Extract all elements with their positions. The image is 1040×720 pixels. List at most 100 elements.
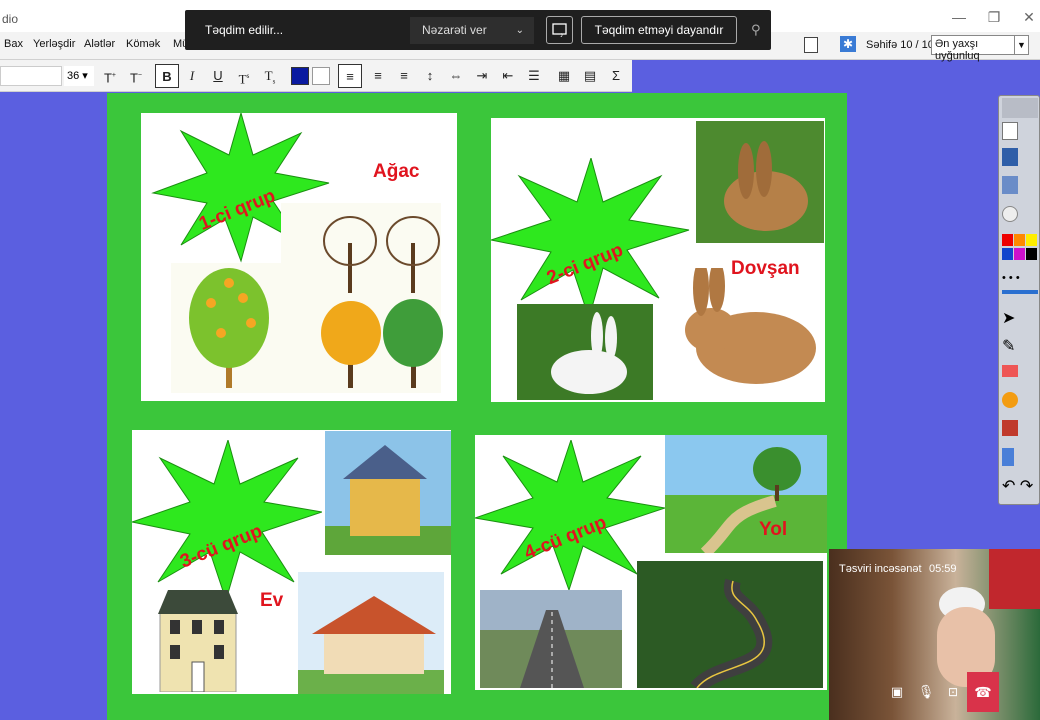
bold-button[interactable]: B [155,64,179,88]
menu-insert[interactable]: Yerləşdir [33,38,75,50]
minimize-button[interactable]: — [948,7,970,27]
maximize-button[interactable]: ❐ [983,7,1005,27]
presenting-status: Təqdim edilir... [205,23,284,37]
italic-button[interactable]: I [182,64,202,88]
color-swatch-blue[interactable] [291,67,309,85]
palette-tool-row-1[interactable] [1002,122,1038,142]
pencil-icon: ✎ [1002,338,1016,355]
color-blue[interactable] [1002,248,1013,260]
color-red[interactable] [1002,234,1013,246]
superscript-button[interactable]: Ts [234,64,254,88]
group-card-4: 4-cü qrup Yol [475,435,827,694]
house-yellow-icon [325,445,451,555]
camera-off-icon[interactable]: ▣ [886,681,908,703]
select-all-icon[interactable]: ▤ [580,64,600,88]
page-indicator: Səhifə 10 / 10 [866,39,934,51]
end-call-button[interactable]: ☎ [967,672,999,712]
no-fill-icon[interactable] [312,67,330,85]
bullets-button[interactable]: ☰ [524,64,544,88]
house-redroof-icon [298,596,444,694]
color-yellow[interactable] [1026,234,1037,246]
palette-tool-row-6[interactable]: ✎ [1002,336,1038,356]
dots-icon: • • • [1002,272,1020,284]
align-right-button[interactable]: ≡ [394,64,414,88]
menu-help[interactable]: Kömək [126,38,160,50]
stamp-icon [1002,420,1018,436]
shrink-font-button[interactable]: T− [126,64,146,88]
road-photo-forest [637,561,823,694]
char-spacing-button[interactable]: ⇔ [446,64,466,88]
house-photo-redroof [298,572,444,694]
snowflake-icon[interactable]: ✱ [840,36,856,52]
color-orange[interactable] [1014,234,1025,246]
palette-tool-row-5[interactable]: ➤ [1002,308,1038,328]
app-title: dio [2,12,19,26]
menu-tools[interactable]: Alətlər [84,38,115,50]
tool-palette: • • • ➤ ✎ ↶ ↷ [998,95,1040,505]
give-control-label: Nəzarəti ver [422,23,487,37]
pin-icon[interactable]: ⚲ [751,22,761,38]
close-window-button[interactable]: ✕ [1018,7,1040,27]
rabbit-white-icon [551,312,627,394]
font-size-value: 36 [67,70,80,82]
color-grid[interactable] [1002,234,1038,262]
palette-tool-row-4[interactable] [1002,206,1038,226]
give-control-button[interactable]: Nəzarəti ver ⌄ [410,17,534,44]
zoom-value: Ən yaxşı uyğunluq [935,38,980,62]
slider-bar [1002,290,1038,294]
rabbit-large-icon [685,268,816,384]
palette-tool-row-11[interactable]: ↶ ↷ [1002,476,1038,496]
rabbit-photo-grass [696,121,824,243]
video-call-tile[interactable]: Təsviri incəsənət 05:59 ▣ 🎙 ⊡ ☎ [829,549,1040,720]
font-size-field[interactable]: 36 ▾ [64,66,94,86]
share-screen-icon[interactable]: ⊡ [942,681,964,703]
tree-illustrations [171,203,443,393]
stop-presenting-button[interactable]: Təqdim etməyi dayandır [581,16,737,44]
redo-icon: ↷ [1019,478,1034,495]
palette-tool-row-3[interactable] [1002,176,1038,196]
zoom-select[interactable]: Ən yaxşı uyğunluq ▼ [931,35,1029,62]
palette-tool-row-2[interactable] [1002,148,1038,168]
format-toolbar: 36 ▾ T+ T− B I U Ts Ts ≡ ≡ ≡ ↕ ⇔ ⇥ ⇤ ☰ ▦… [0,60,632,92]
word-house: Ev [260,590,284,611]
menu-view[interactable]: Bax [4,38,23,50]
page-sorter-icon[interactable] [804,37,818,53]
sigma-button[interactable]: Σ [606,64,626,88]
group-card-3: 3-cü qrup Ev [132,430,451,694]
font-family-field[interactable] [0,66,62,86]
color-black[interactable] [1026,248,1037,260]
chevron-down-icon[interactable]: ▼ [1014,36,1028,54]
line-spacing-button[interactable]: ↕ [420,64,440,88]
call-title: Təsviri incəsənət [839,563,922,575]
house-photo-yellow [325,431,451,555]
outdent-button[interactable]: ⇤ [498,64,518,88]
house-tall-icon [158,590,238,692]
align-left-button[interactable]: ≡ [338,64,362,88]
road-photo-highway [480,590,622,688]
call-timer: 05:59 [929,563,957,575]
shrink-font-label: T [129,70,138,86]
starburst-3: 3-cü qrup [132,440,322,600]
grow-font-label: T [103,70,112,86]
road-field-icon [665,447,827,558]
underline-button[interactable]: U [208,64,228,88]
pointer-icon: ➤ [1002,310,1016,327]
microphone-icon[interactable]: 🎙 [915,681,937,703]
width-slider[interactable] [1002,284,1038,300]
subscript-button[interactable]: Ts [260,64,280,88]
indent-button[interactable]: ⇥ [472,64,492,88]
rabbit-brown-icon [724,141,808,231]
align-center-button[interactable]: ≡ [368,64,388,88]
share-audio-button[interactable]: ♪ [546,16,573,44]
color-magenta[interactable] [1014,248,1025,260]
group-card-2: 2-ci qrup Dovşan [491,118,825,402]
palette-tool-row-7[interactable] [1002,364,1038,384]
palette-header[interactable] [1002,98,1038,118]
palette-tool-row-9[interactable] [1002,420,1038,440]
palette-tool-row-8[interactable] [1002,392,1038,412]
eraser-icon [1002,365,1018,377]
table-icon[interactable]: ▦ [554,64,574,88]
undo-icon: ↶ [1002,478,1016,495]
grow-font-button[interactable]: T+ [100,64,120,88]
palette-tool-row-10[interactable] [1002,448,1038,468]
